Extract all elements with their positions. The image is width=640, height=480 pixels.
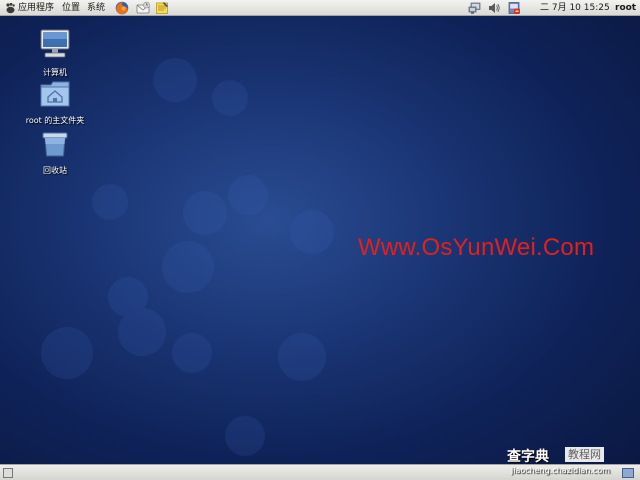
desktop-item-label: 回收站	[43, 166, 67, 175]
corner-logo: 查字典 教程网 jiaocheng.chazidian.com	[507, 446, 631, 480]
applications-menu-label: 应用程序	[18, 3, 55, 13]
system-menu[interactable]: 系统	[87, 1, 105, 15]
computer-icon	[40, 29, 70, 58]
desktop-item-trash[interactable]: 回收站	[15, 130, 95, 177]
mail-icon[interactable]	[136, 1, 150, 15]
system-menu-label: 系统	[87, 3, 106, 13]
update-icon[interactable]	[507, 1, 521, 15]
show-desktop-icon[interactable]	[3, 468, 13, 478]
places-menu[interactable]: 位置	[62, 1, 80, 15]
watermark-text: Www.OsYunWei.Com	[358, 234, 595, 261]
logo-main-text: 查字典	[507, 449, 549, 465]
trash-icon	[42, 132, 68, 157]
user-switcher[interactable]: root	[615, 1, 636, 15]
top-panel: 应用程序 位置 系统 二 7月 10 15:25 root	[0, 0, 640, 16]
logo-url-text: jiaocheng.chazidian.com	[511, 466, 611, 475]
desktop-item-home-folder[interactable]: root 的主文件夹	[15, 80, 95, 127]
logo-sub-text: 教程网	[565, 447, 604, 462]
firefox-icon[interactable]	[115, 1, 129, 15]
volume-icon[interactable]	[487, 1, 501, 15]
gnome-foot-icon	[6, 2, 15, 14]
notes-icon[interactable]	[155, 1, 169, 15]
home-folder-icon	[40, 81, 70, 107]
applications-menu[interactable]: 应用程序	[4, 1, 54, 15]
desktop-item-label: 计算机	[43, 68, 67, 77]
network-icon[interactable]	[468, 1, 482, 15]
desktop-item-computer[interactable]: 计算机	[15, 28, 95, 79]
desktop: 应用程序 位置 系统 二 7月 10 15:25 root 计算机 root 的…	[0, 0, 640, 480]
desktop-item-label: root 的主文件夹	[25, 116, 85, 125]
places-menu-label: 位置	[62, 3, 81, 13]
panel-clock[interactable]: 二 7月 10 15:25	[540, 1, 610, 15]
